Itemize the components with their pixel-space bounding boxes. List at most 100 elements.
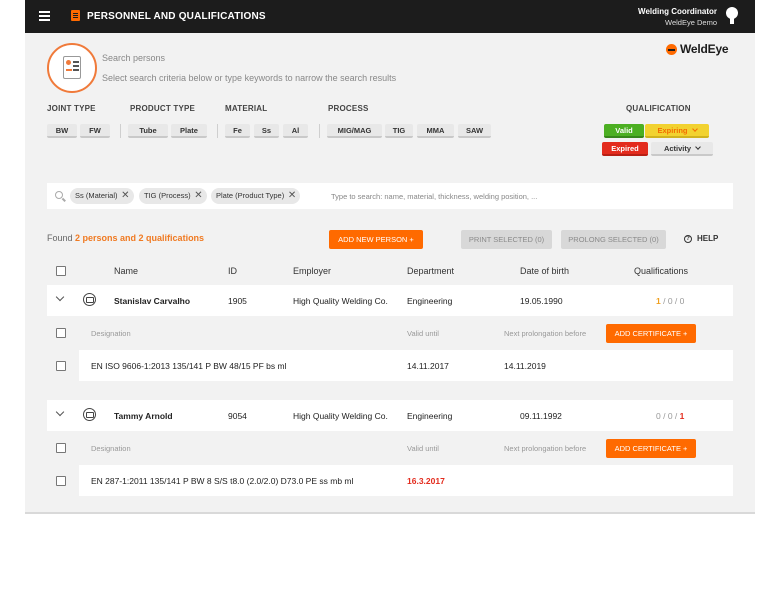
search-tag-label: Plate (Product Type) — [216, 191, 285, 200]
valid-until-label: Valid until — [407, 329, 439, 338]
person-name[interactable]: Stanislav Carvalho — [114, 296, 190, 306]
filter-label-material: MATERIAL — [225, 104, 268, 113]
user-organization: WeldEye Demo — [665, 18, 717, 27]
person-badge-icon — [83, 293, 96, 306]
certificate-valid-until: 16.3.2017 — [407, 476, 445, 486]
select-all-checkbox[interactable] — [56, 266, 66, 276]
qualification-counts: 1 / 0 / 0 — [656, 296, 684, 306]
user-role: Welding Coordinator — [638, 7, 717, 16]
designation-label: Designation — [91, 444, 131, 453]
filter-chip-ss[interactable]: Ss — [254, 124, 279, 138]
certificate-designation: EN ISO 9606-1:2013 135/141 P BW 48/15 PF… — [91, 361, 287, 371]
certificate-header-checkbox[interactable] — [56, 443, 66, 453]
search-tag-label: TIG (Process) — [144, 191, 191, 200]
search-tag-material: Ss (Material) ✕ — [70, 188, 134, 204]
person-employer: High Quality Welding Co. — [293, 296, 388, 306]
page-title: PERSONNEL AND QUALIFICATIONS — [87, 11, 266, 22]
filter-label-qualification: QUALIFICATION — [626, 104, 691, 113]
filter-divider — [217, 124, 218, 138]
filter-chip-tube[interactable]: Tube — [128, 124, 168, 138]
qualification-count-expired: 0 — [679, 296, 685, 306]
qualification-count-expired: 1 — [679, 411, 685, 421]
certificate-checkbox[interactable] — [56, 476, 66, 486]
certificate-row[interactable]: EN ISO 9606-1:2013 135/141 P BW 48/15 PF… — [79, 350, 733, 381]
filter-chip-saw[interactable]: SAW — [458, 124, 491, 138]
chevron-down-icon — [691, 126, 698, 132]
search-bar: Ss (Material) ✕ TIG (Process) ✕ Plate (Pro… — [47, 183, 733, 209]
menu-icon[interactable] — [39, 11, 50, 21]
filter-chip-fe[interactable]: Fe — [225, 124, 250, 138]
close-icon[interactable]: ✕ — [194, 188, 202, 204]
column-header-date-of-birth: Date of birth — [520, 266, 570, 276]
column-header-department: Department — [407, 266, 455, 276]
filter-chip-tig[interactable]: TIG — [385, 124, 413, 138]
count-separator: / — [660, 411, 668, 421]
column-header-id: ID — [228, 266, 237, 276]
search-tag-process: TIG (Process) ✕ — [139, 188, 207, 204]
person-id: 1905 — [228, 296, 247, 306]
count-separator: / — [672, 411, 680, 421]
person-row[interactable]: Tammy Arnold 9054 High Quality Welding C… — [47, 400, 733, 431]
help-label: HELP — [697, 234, 719, 243]
filter-chip-mma[interactable]: MMA — [417, 124, 454, 138]
chevron-down-icon[interactable] — [55, 407, 65, 417]
add-new-person-button[interactable]: ADD NEW PERSON + — [329, 230, 423, 249]
certificate-valid-until: 14.11.2017 — [407, 361, 449, 371]
next-prolongation-label: Next prolongation before — [504, 329, 587, 338]
help-link[interactable]: ? HELP — [684, 234, 718, 243]
help-icon: ? — [684, 234, 692, 243]
close-icon[interactable]: ✕ — [121, 188, 129, 204]
app-window: PERSONNEL AND QUALIFICATIONS Welding Coo… — [25, 0, 755, 512]
search-subtitle: Select search criteria below or type key… — [102, 73, 397, 83]
filter-label-process: PROCESS — [328, 104, 369, 113]
designation-label: Designation — [91, 329, 131, 338]
window-bottom-edge — [25, 512, 755, 514]
certificate-checkbox[interactable] — [56, 361, 66, 371]
close-icon[interactable]: ✕ — [288, 188, 296, 204]
person-date-of-birth: 09.11.1992 — [520, 411, 562, 421]
next-prolongation-label: Next prolongation before — [504, 444, 587, 453]
add-certificate-button[interactable]: ADD CERTIFICATE + — [606, 439, 696, 458]
filter-chip-bw[interactable]: BW — [47, 124, 77, 138]
weldeye-logo-icon — [666, 43, 677, 55]
person-department: Engineering — [407, 296, 453, 306]
person-employer: High Quality Welding Co. — [293, 411, 388, 421]
prolong-selected-button[interactable]: PROLONG SELECTED (0) — [561, 230, 666, 249]
filter-label-product-type: PRODUCT TYPE — [130, 104, 196, 113]
column-header-name: Name — [114, 266, 139, 276]
qualification-expired-button[interactable]: Expired — [602, 142, 648, 156]
count-separator: / — [672, 296, 680, 306]
certificate-header-checkbox[interactable] — [56, 328, 66, 338]
search-icon — [55, 191, 63, 199]
filter-chip-al[interactable]: Al — [283, 124, 308, 138]
person-name[interactable]: Tammy Arnold — [114, 411, 173, 421]
search-title: Search persons — [102, 53, 166, 63]
person-badge-icon — [83, 408, 96, 421]
certificate-row[interactable]: EN 287-1:2011 135/141 P BW 8 S/S t8.0 (2… — [79, 465, 733, 496]
top-bar: PERSONNEL AND QUALIFICATIONS Welding Coo… — [25, 0, 755, 33]
qualification-expiring-dropdown[interactable]: Expiring — [645, 124, 709, 138]
clipboard-person-icon — [47, 43, 97, 93]
filter-divider — [120, 124, 121, 138]
document-icon — [71, 10, 80, 21]
valid-until-label: Valid until — [407, 444, 439, 453]
activity-label: Activity — [663, 144, 692, 153]
activity-dropdown[interactable]: Activity — [651, 142, 713, 156]
person-department: Engineering — [407, 411, 453, 421]
user-avatar-icon[interactable] — [726, 7, 738, 24]
chevron-down-icon[interactable] — [55, 292, 65, 302]
chevron-down-icon — [695, 144, 701, 150]
filter-chip-plate[interactable]: Plate — [171, 124, 207, 138]
person-row[interactable]: Stanislav Carvalho 1905 High Quality Wel… — [47, 285, 733, 316]
column-header-qualifications: Qualifications — [634, 266, 689, 276]
results-summary: Found 2 persons and 2 qualifications — [47, 233, 204, 243]
search-input[interactable] — [331, 190, 721, 202]
print-selected-button[interactable]: PRINT SELECTED (0) — [461, 230, 552, 249]
qualification-valid-button[interactable]: Valid — [604, 124, 644, 138]
add-certificate-button[interactable]: ADD CERTIFICATE + — [606, 324, 696, 343]
results-count: 2 persons and 2 qualifications — [75, 233, 205, 243]
filter-label-joint-type: JOINT TYPE — [47, 104, 96, 113]
weldeye-logo: WeldEye — [666, 42, 729, 56]
filter-chip-mig-mag[interactable]: MIG/MAG — [327, 124, 382, 138]
filter-chip-fw[interactable]: FW — [80, 124, 110, 138]
